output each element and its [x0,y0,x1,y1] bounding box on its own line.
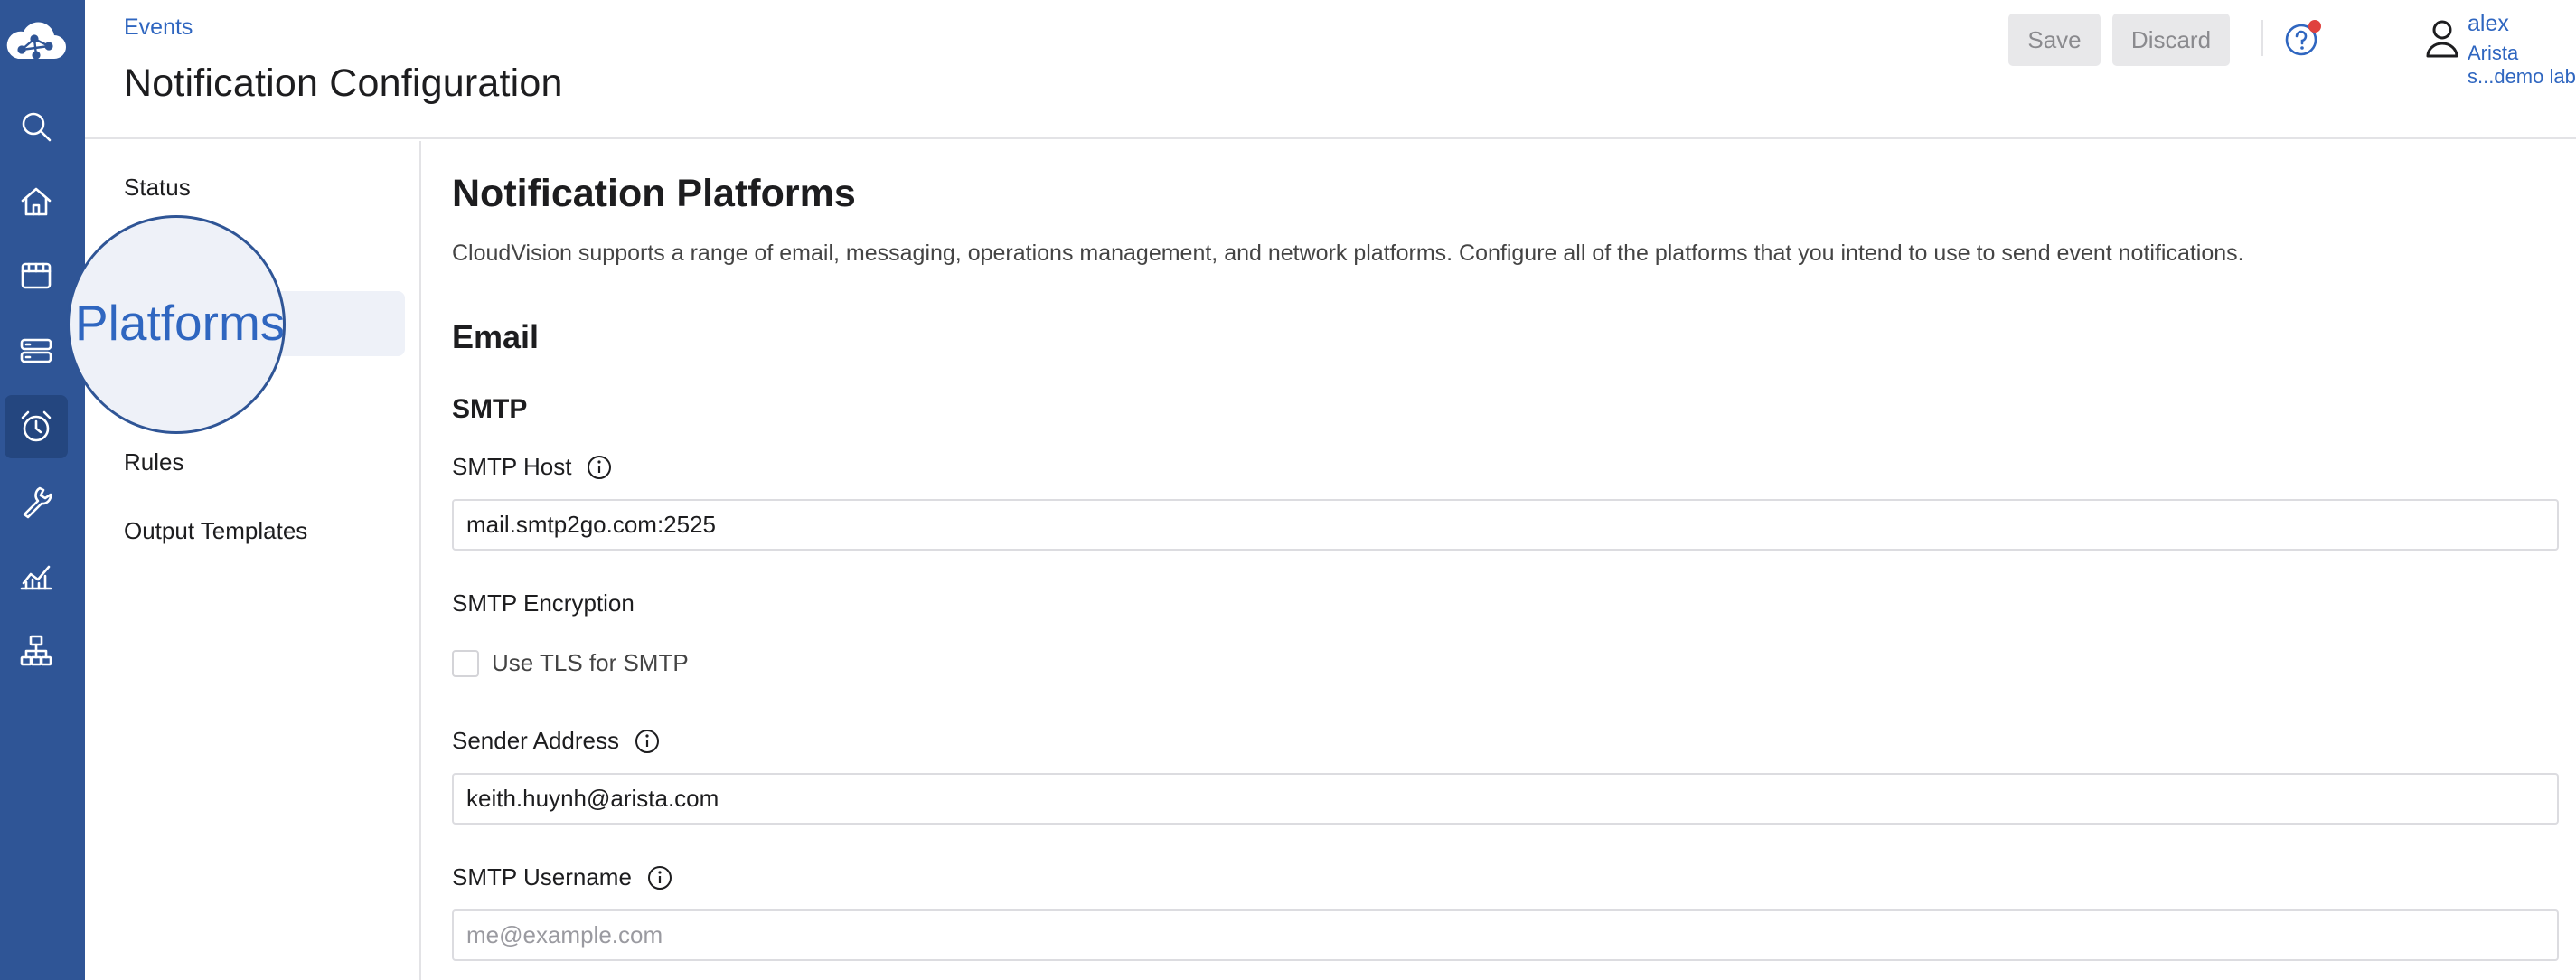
use-tls-checkbox[interactable] [452,649,479,677]
user-name-link[interactable]: alex [2468,11,2509,37]
smtp-heading: SMTP [452,394,528,424]
tls-checkbox-row[interactable]: Use TLS for SMTP [452,649,689,677]
app-sidebar [0,0,85,980]
smtp-username-input[interactable] [452,909,2559,961]
header-divider [2261,20,2263,56]
breadcrumb-events-link[interactable]: Events [124,14,193,41]
subnav-item-output-templates[interactable]: Output Templates [124,517,307,545]
notification-dot [2308,20,2321,33]
search-icon [22,112,52,142]
zoom-highlight: Platforms [67,215,286,434]
section-title: Notification Platforms [452,172,856,215]
sender-address-input[interactable] [452,773,2559,825]
rail-devices-button[interactable] [5,319,68,382]
page-header: Events Notification Configuration Save D… [85,0,2576,139]
smtp-host-label: SMTP Host [452,453,572,480]
subnav-item-platforms-label: Platforms [75,295,286,351]
analytics-icon [20,565,52,590]
use-tls-label[interactable]: Use TLS for SMTP [492,649,689,677]
user-avatar-icon[interactable] [2424,18,2460,58]
events-alarm-icon [21,410,52,442]
save-button[interactable]: Save [2008,14,2101,66]
smtp-encryption-label-row: SMTP Encryption [452,589,635,617]
sender-address-label: Sender Address [452,727,620,754]
rail-dashboards-button[interactable] [5,244,68,307]
user-org-link[interactable]: Arista s...demo lab [2468,42,2576,89]
rail-topology-button[interactable] [5,619,68,683]
rail-events-button[interactable] [5,395,68,458]
rail-home-button[interactable] [5,170,68,233]
subnav-item-rules[interactable]: Rules [124,448,183,476]
discard-button[interactable]: Discard [2112,14,2230,66]
email-heading: Email [452,318,540,355]
sender-address-label-row: Sender Address [452,727,661,755]
dashboard-icon [21,262,52,289]
page-title: Notification Configuration [124,61,563,105]
rail-search-button[interactable] [5,95,68,158]
smtp-host-input[interactable] [452,499,2559,551]
info-icon[interactable] [586,454,613,481]
info-icon[interactable] [646,864,673,891]
subnav-item-status[interactable]: Status [124,174,191,202]
smtp-encryption-label: SMTP Encryption [452,589,635,617]
info-icon[interactable] [634,728,661,755]
cloudvision-logo-icon[interactable] [2,13,69,69]
topology-icon [20,635,52,666]
smtp-host-label-row: SMTP Host [452,453,613,481]
smtp-username-label: SMTP Username [452,863,632,890]
rail-provisioning-button[interactable] [5,469,68,532]
devices-icon [20,338,52,363]
home-icon [21,187,52,216]
rail-analytics-button[interactable] [5,544,68,608]
smtp-username-label-row: SMTP Username [452,863,673,891]
wrench-icon [23,486,52,519]
section-description: CloudVision supports a range of email, m… [452,240,2244,266]
